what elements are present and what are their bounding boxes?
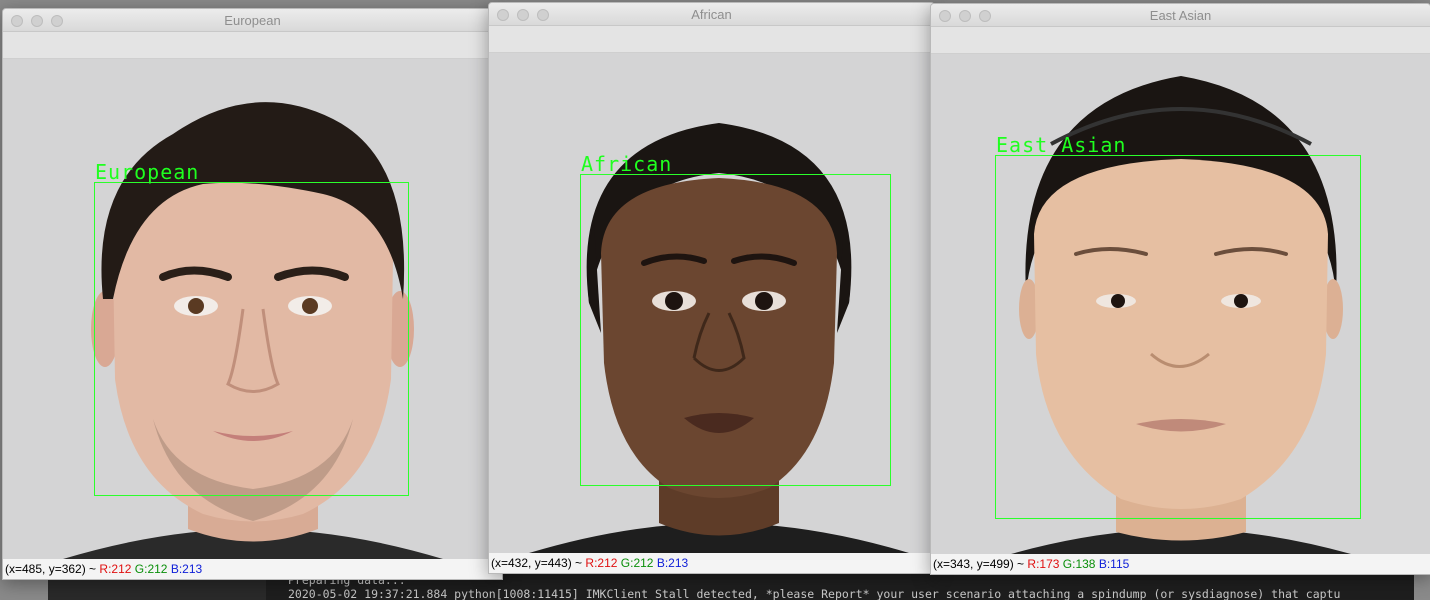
pixel-red-value: R:212 (585, 556, 618, 570)
toolbar (3, 32, 502, 59)
toolbar (931, 27, 1430, 54)
title-bar[interactable]: European (3, 9, 502, 32)
window-european: European European (x=485, y=362) ~ R:212… (2, 8, 503, 580)
window-african: African African (x=432, y=443) ~ R:212 G… (488, 2, 935, 574)
window-title: European (224, 13, 281, 28)
title-bar[interactable]: African (489, 3, 934, 26)
cursor-coords: (x=485, y=362) ~ (5, 562, 97, 576)
detection-label: East Asian (996, 133, 1127, 157)
image-canvas[interactable]: African (489, 53, 934, 553)
pixel-blue-value: B:213 (656, 556, 689, 570)
pixel-blue-value: B:213 (170, 562, 203, 576)
cursor-coords: (x=343, y=499) ~ (933, 557, 1025, 571)
terminal-line: 2020-05-02 19:37:21.884 python[1008:1141… (288, 587, 1341, 600)
pixel-green-value: G:138 (1062, 557, 1096, 571)
pixel-red-value: R:173 (1027, 557, 1060, 571)
status-bar: (x=432, y=443) ~ R:212 G:212 B:213 (489, 553, 934, 573)
window-title: East Asian (1149, 8, 1212, 23)
detection-bounding-box (580, 174, 891, 486)
title-bar[interactable]: East Asian (931, 4, 1430, 27)
pixel-green-value: G:212 (620, 556, 654, 570)
window-title: African (691, 7, 732, 22)
pixel-red-value: R:212 (99, 562, 132, 576)
detection-label: African (581, 152, 673, 176)
detection-bounding-box (94, 182, 409, 496)
image-canvas[interactable]: European (3, 59, 502, 559)
status-bar: (x=485, y=362) ~ R:212 G:212 B:213 (3, 559, 502, 579)
pixel-green-value: G:212 (134, 562, 168, 576)
pixel-blue-value: B:115 (1098, 557, 1130, 571)
detection-label: European (95, 160, 200, 184)
image-canvas[interactable]: East Asian (931, 54, 1430, 554)
status-bar: (x=343, y=499) ~ R:173 G:138 B:115 (931, 554, 1430, 574)
toolbar (489, 26, 934, 53)
detection-bounding-box (995, 155, 1361, 519)
cursor-coords: (x=432, y=443) ~ (491, 556, 583, 570)
window-east-asian: East Asian East Asian (x=343, y=499) ~ R… (930, 3, 1430, 575)
